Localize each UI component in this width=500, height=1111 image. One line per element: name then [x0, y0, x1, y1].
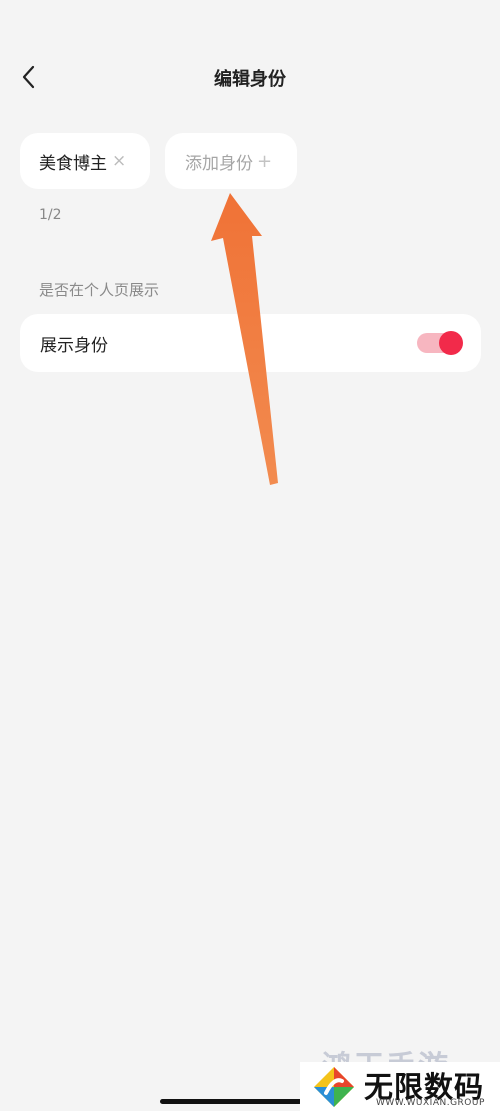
- home-indicator[interactable]: [160, 1099, 302, 1104]
- page-title: 编辑身份: [214, 69, 286, 90]
- add-identity-label: 添加身份: [185, 153, 253, 174]
- show-identity-row: 展示身份: [20, 314, 481, 372]
- watermark-subtitle: WWW.WUXIAN.GROUP: [376, 1098, 485, 1108]
- watermark-logo-icon: [314, 1067, 354, 1107]
- identity-count: 1/2: [39, 207, 62, 223]
- add-identity-button[interactable]: 添加身份 +: [165, 133, 297, 189]
- toggle-knob: [439, 331, 463, 355]
- plus-icon: +: [257, 150, 273, 172]
- nav-bar: 编辑身份: [0, 50, 500, 106]
- watermark-box: 无限数码 WWW.WUXIAN.GROUP: [300, 1062, 500, 1111]
- remove-tag-icon[interactable]: ×: [112, 151, 126, 171]
- identity-tag-label: 美食博主: [39, 153, 107, 174]
- watermark: 鸿玉手游 无限数码 WWW.WUXIAN.GROUP: [300, 1046, 500, 1111]
- show-identity-toggle[interactable]: [417, 331, 463, 355]
- display-section-heading: 是否在个人页展示: [39, 281, 160, 299]
- show-identity-label: 展示身份: [40, 336, 108, 356]
- identity-tag[interactable]: 美食博主 ×: [20, 133, 150, 189]
